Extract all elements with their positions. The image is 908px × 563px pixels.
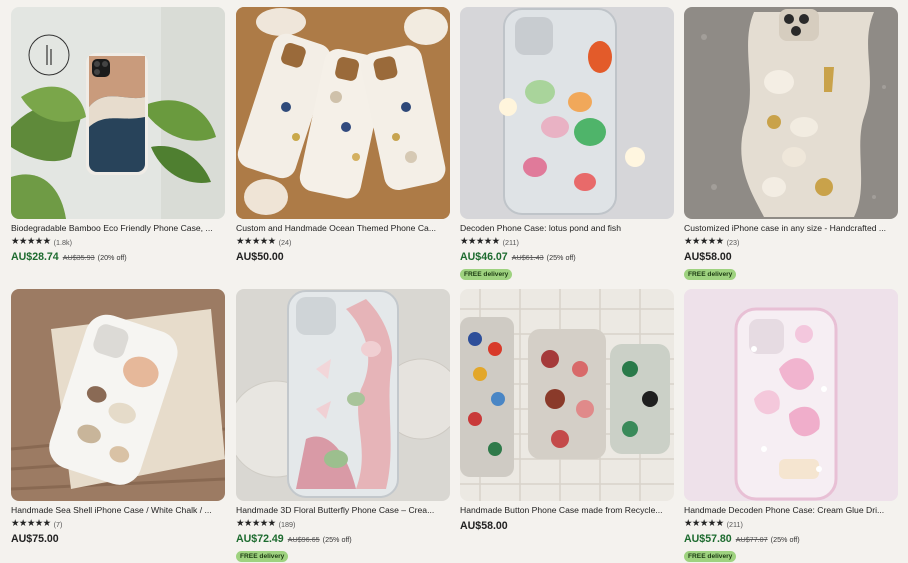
price-row: AU$58.00 bbox=[460, 520, 674, 532]
free-delivery-badge: FREE delivery bbox=[460, 269, 513, 280]
review-count: (7) bbox=[53, 519, 63, 529]
price: AU$46.07 bbox=[460, 251, 508, 263]
listing-card[interactable]: Custom and Handmade Ocean Themed Phone C… bbox=[236, 7, 450, 263]
review-count: (23) bbox=[726, 237, 740, 247]
listing-card[interactable]: Decoden Phone Case: lotus pond and fish … bbox=[460, 7, 674, 281]
listing-image[interactable] bbox=[11, 7, 225, 219]
price: AU$50.00 bbox=[236, 251, 284, 263]
rating: ★★★★★ (7) bbox=[11, 519, 225, 529]
listing-card[interactable]: Biodegradable Bamboo Eco Friendly Phone … bbox=[11, 7, 225, 263]
listing-title[interactable]: Customized iPhone case in any size - Han… bbox=[684, 223, 896, 234]
free-delivery-badge: FREE delivery bbox=[684, 269, 737, 280]
price: AU$58.00 bbox=[460, 520, 508, 532]
star-rating-icon: ★★★★★ bbox=[11, 236, 51, 247]
price: AU$75.00 bbox=[11, 533, 59, 545]
review-count: (24) bbox=[278, 237, 292, 247]
discount: (20% off) bbox=[97, 253, 127, 262]
price-row: AU$57.80 AU$77.07 (25% off) bbox=[684, 533, 898, 545]
listing-title[interactable]: Handmade Sea Shell iPhone Case / White C… bbox=[11, 505, 223, 516]
discount: (25% off) bbox=[322, 535, 352, 544]
review-count: (189) bbox=[278, 519, 296, 529]
original-price: AU$61.43 bbox=[511, 253, 544, 262]
free-delivery-badge: FREE delivery bbox=[236, 551, 289, 562]
price-row: AU$58.00 bbox=[684, 251, 898, 263]
rating: ★★★★★ (211) bbox=[684, 519, 898, 529]
listing-title[interactable]: Decoden Phone Case: lotus pond and fish bbox=[460, 223, 672, 234]
star-rating-icon: ★★★★★ bbox=[11, 518, 51, 529]
listing-title[interactable]: Biodegradable Bamboo Eco Friendly Phone … bbox=[11, 223, 223, 234]
rating: ★★★★★ (1.8k) bbox=[11, 237, 225, 247]
star-rating-icon: ★★★★★ bbox=[236, 236, 276, 247]
listing-image[interactable] bbox=[684, 7, 898, 219]
price: AU$72.49 bbox=[236, 533, 284, 545]
discount: (25% off) bbox=[546, 253, 576, 262]
listing-image[interactable] bbox=[460, 289, 674, 501]
price-row: AU$75.00 bbox=[11, 533, 225, 545]
listing-card[interactable]: Customized iPhone case in any size - Han… bbox=[684, 7, 898, 281]
price-row: AU$28.74 AU$35.93 (20% off) bbox=[11, 251, 225, 263]
listing-image[interactable] bbox=[460, 7, 674, 219]
original-price: AU$35.93 bbox=[62, 253, 95, 262]
listing-card[interactable]: Handmade Sea Shell iPhone Case / White C… bbox=[11, 289, 225, 545]
star-rating-icon: ★★★★★ bbox=[236, 518, 276, 529]
listing-image[interactable] bbox=[684, 289, 898, 501]
listing-card[interactable]: Handmade 3D Floral Butterfly Phone Case … bbox=[236, 289, 450, 563]
review-count: (211) bbox=[502, 237, 519, 247]
price: AU$57.80 bbox=[684, 533, 732, 545]
star-rating-icon: ★★★★★ bbox=[684, 236, 724, 247]
price-row: AU$50.00 bbox=[236, 251, 450, 263]
star-rating-icon: ★★★★★ bbox=[684, 518, 724, 529]
listing-image[interactable] bbox=[236, 7, 450, 219]
listing-card[interactable]: Handmade Decoden Phone Case: Cream Glue … bbox=[684, 289, 898, 563]
original-price: AU$96.65 bbox=[287, 535, 320, 544]
rating: ★★★★★ (23) bbox=[684, 237, 898, 247]
review-count: (211) bbox=[726, 519, 743, 529]
price: AU$28.74 bbox=[11, 251, 59, 263]
listing-grid: Biodegradable Bamboo Eco Friendly Phone … bbox=[0, 0, 908, 563]
star-rating-icon: ★★★★★ bbox=[460, 236, 500, 247]
rating: ★★★★★ (189) bbox=[236, 519, 450, 529]
listing-title[interactable]: Custom and Handmade Ocean Themed Phone C… bbox=[236, 223, 448, 234]
rating: ★★★★★ (211) bbox=[460, 237, 674, 247]
original-price: AU$77.07 bbox=[735, 535, 768, 544]
discount: (25% off) bbox=[770, 535, 800, 544]
listing-title[interactable]: Handmade Decoden Phone Case: Cream Glue … bbox=[684, 505, 896, 516]
review-count: (1.8k) bbox=[53, 237, 72, 247]
free-delivery-badge: FREE delivery bbox=[684, 551, 737, 562]
price-row: AU$72.49 AU$96.65 (25% off) bbox=[236, 533, 450, 545]
listing-image[interactable] bbox=[11, 289, 225, 501]
price-row: AU$46.07 AU$61.43 (25% off) bbox=[460, 251, 674, 263]
rating: ★★★★★ (24) bbox=[236, 237, 450, 247]
listing-title[interactable]: Handmade Button Phone Case made from Rec… bbox=[460, 505, 672, 516]
listing-title[interactable]: Handmade 3D Floral Butterfly Phone Case … bbox=[236, 505, 448, 516]
listing-card[interactable]: Handmade Button Phone Case made from Rec… bbox=[460, 289, 674, 532]
price: AU$58.00 bbox=[684, 251, 732, 263]
listing-image[interactable] bbox=[236, 289, 450, 501]
